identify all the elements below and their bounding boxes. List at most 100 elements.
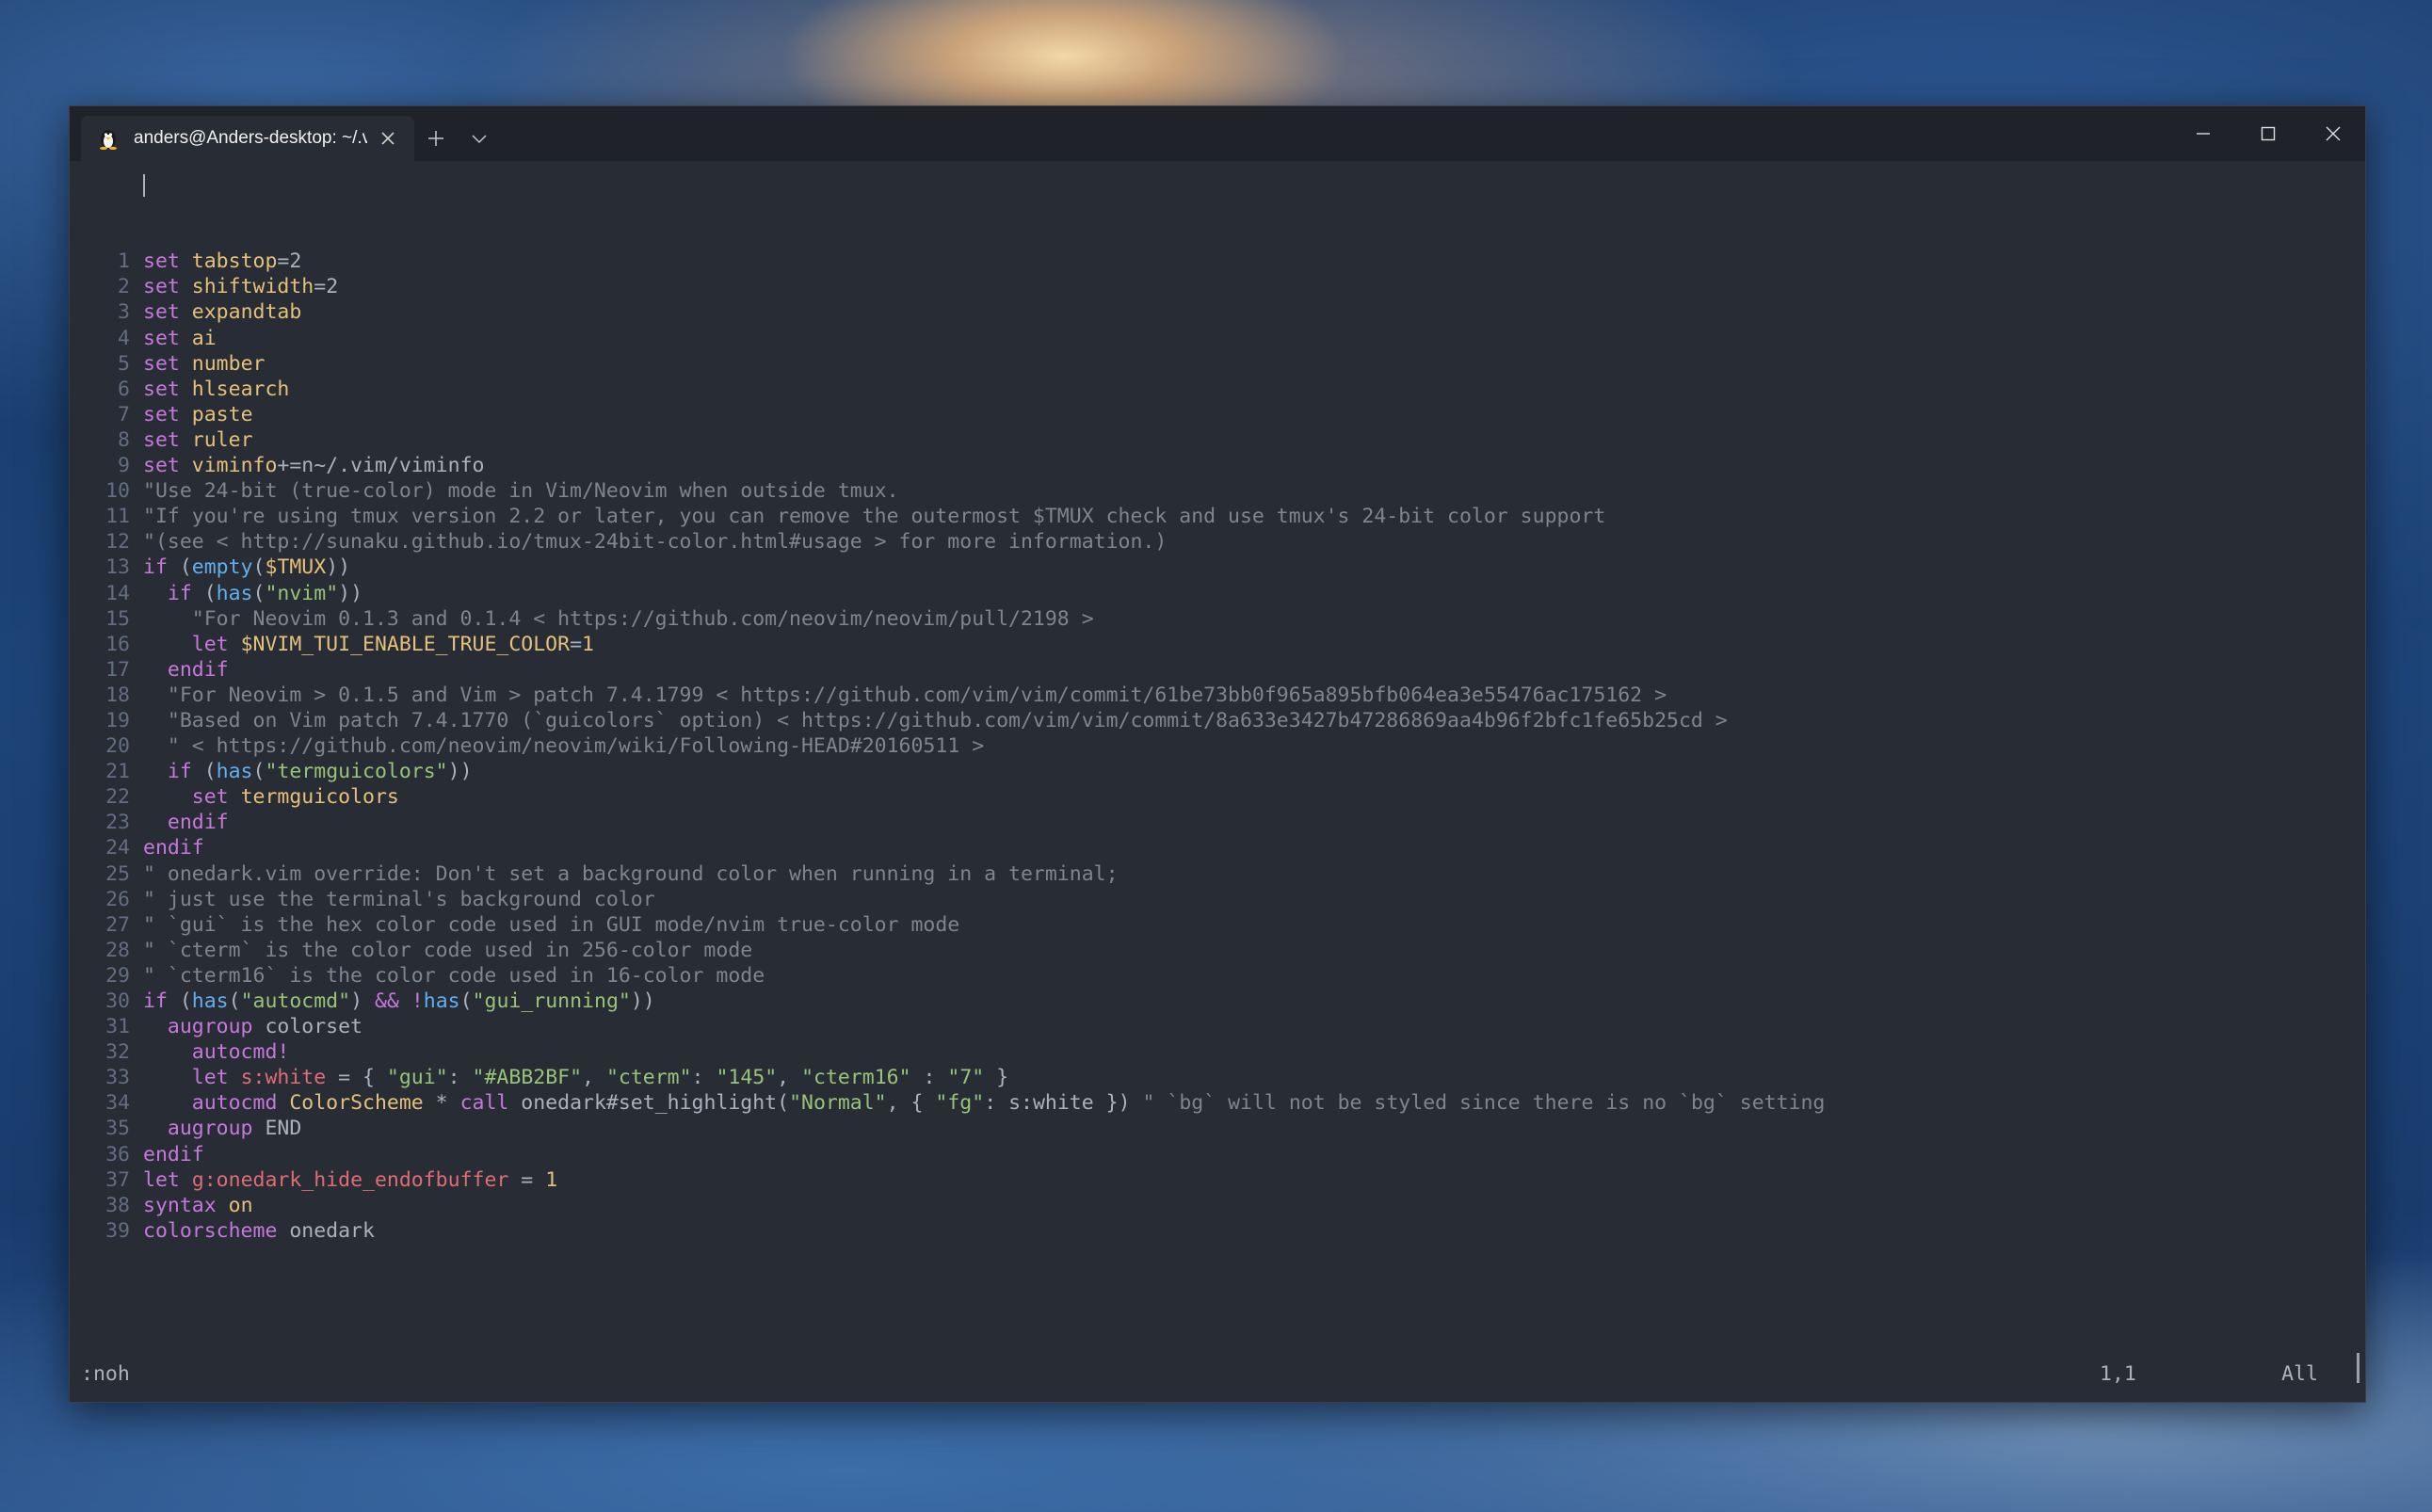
- code-token: ): [350, 989, 375, 1013]
- line-number: 27: [105, 912, 130, 937]
- code-token: "cterm": [605, 1066, 692, 1090]
- scrollbar-thumb[interactable]: [2357, 1353, 2360, 1383]
- code-token: set: [143, 275, 180, 299]
- code-token: =: [508, 1167, 546, 1192]
- code-token: viminfo: [191, 454, 278, 478]
- code-token: shiftwidth: [191, 275, 314, 299]
- code-token: "145": [716, 1066, 778, 1090]
- line-number: 5: [118, 351, 130, 376]
- code-line: 30 if (has("autocmd") && !has("gui_runnin…: [81, 989, 2318, 1014]
- line-number: 6: [118, 377, 130, 401]
- code-line: 17 endif: [81, 657, 2318, 683]
- code-token: set: [143, 249, 180, 274]
- code-token: set: [191, 785, 229, 810]
- code-token: }: [984, 1066, 1009, 1090]
- code-token: " just use the terminal's background col…: [143, 887, 655, 911]
- code-line: 2 set shiftwidth=2: [81, 274, 2318, 299]
- code-token: "#ABB2BF": [472, 1066, 583, 1090]
- scrollbar[interactable]: [2354, 172, 2360, 1383]
- code-token: "Based on Vim patch 7.4.1770 (`guicolors…: [167, 708, 1728, 732]
- code-token: " `bg` will not be styled since there is…: [1142, 1091, 1826, 1116]
- line-number: 28: [105, 938, 130, 962]
- new-tab-button[interactable]: [414, 116, 458, 161]
- line-number: 30: [105, 989, 130, 1013]
- linux-penguin-icon: [96, 126, 121, 151]
- code-token: colorset: [252, 1015, 362, 1039]
- code-token: "If you're using tmux version 2.2 or lat…: [143, 505, 1606, 529]
- code-token: let: [143, 1167, 180, 1192]
- vim-command-line: :noh 1,1 All: [81, 1362, 2318, 1389]
- code-token: autocmd: [191, 1091, 278, 1116]
- line-number: 8: [118, 427, 130, 452]
- close-button[interactable]: [2300, 106, 2365, 161]
- code-token: "7": [947, 1066, 985, 1090]
- code-token: )): [630, 989, 655, 1013]
- code-line: 26 " just use the terminal's background c…: [81, 887, 2318, 912]
- line-number: 2: [118, 275, 130, 299]
- code-token: "nvim": [265, 581, 339, 605]
- code-line: 31 augroup colorset: [81, 1014, 2318, 1039]
- code-token: let: [191, 1066, 229, 1090]
- line-number: 36: [105, 1142, 130, 1166]
- maximize-button[interactable]: [2235, 106, 2300, 161]
- line-number: 19: [105, 708, 130, 732]
- vim-buffer[interactable]: 1 set tabstop=2 2 set shiftwidth=2 3 set expa…: [81, 172, 2318, 1244]
- code-token: :: [691, 1066, 717, 1090]
- code-line: 33 let s:white = { "gui": "#ABB2BF", "ct…: [81, 1065, 2318, 1090]
- minimize-button[interactable]: [2170, 106, 2235, 161]
- code-token: set: [143, 326, 180, 350]
- tab-close-icon[interactable]: [375, 125, 401, 152]
- code-line: 25 " onedark.vim override: Don't set a ba…: [81, 861, 2318, 887]
- terminal-viewport[interactable]: 1 set tabstop=2 2 set shiftwidth=2 3 set expa…: [70, 161, 2365, 1402]
- code-token: endif: [167, 811, 229, 835]
- code-token: endif: [167, 657, 229, 682]
- code-token: " `gui` is the hex color code used in GU…: [143, 912, 960, 937]
- code-token: "termguicolors": [265, 760, 448, 784]
- tab-dropdown-button[interactable]: [458, 116, 501, 161]
- line-number: 32: [105, 1040, 130, 1065]
- code-token: ,: [582, 1066, 606, 1090]
- code-line: 34 autocmd ColorScheme * call onedark#se…: [81, 1090, 2318, 1116]
- code-line: 35 augroup END: [81, 1116, 2318, 1141]
- code-token: ,: [777, 1066, 802, 1090]
- code-token: = {: [326, 1066, 387, 1090]
- line-number: 1: [118, 249, 130, 274]
- code-token: augroup: [167, 1117, 253, 1141]
- code-token: augroup: [167, 1015, 253, 1039]
- code-line: 21 if (has("termguicolors")): [81, 759, 2318, 784]
- code-token: :: [910, 1066, 948, 1090]
- code-token: "autocmd": [240, 989, 351, 1013]
- code-line: 3 set expandtab: [81, 299, 2318, 325]
- line-number: 3: [118, 300, 130, 325]
- code-token: "gui": [386, 1066, 448, 1090]
- line-number: 4: [118, 326, 130, 350]
- code-line: 39 colorscheme onedark: [81, 1218, 2318, 1244]
- code-token: endif: [143, 836, 204, 861]
- code-line: 24 endif: [81, 835, 2318, 861]
- code-line: 11 "If you're using tmux version 2.2 or l…: [81, 504, 2318, 529]
- code-line: 38 syntax on: [81, 1193, 2318, 1218]
- code-token: set: [143, 427, 180, 452]
- code-token: " `cterm` is the color code used in 256-…: [143, 938, 753, 962]
- code-token: g:onedark_hide_endofbuffer: [191, 1167, 509, 1192]
- code-token: "Normal": [789, 1091, 887, 1116]
- code-line: 22 set termguicolors: [81, 784, 2318, 810]
- line-number: 29: [105, 963, 130, 988]
- code-token: expandtab: [191, 300, 302, 325]
- code-token: "For Neovim 0.1.3 and 0.1.4 < https://gi…: [191, 606, 1094, 631]
- line-number: 37: [105, 1167, 130, 1192]
- close-icon: [2326, 126, 2340, 141]
- line-number: 12: [105, 530, 130, 555]
- code-token: +=n~/.vim/viminfo: [277, 454, 485, 478]
- terminal-tab[interactable]: anders@Anders-desktop: ~/.vim: [81, 116, 414, 161]
